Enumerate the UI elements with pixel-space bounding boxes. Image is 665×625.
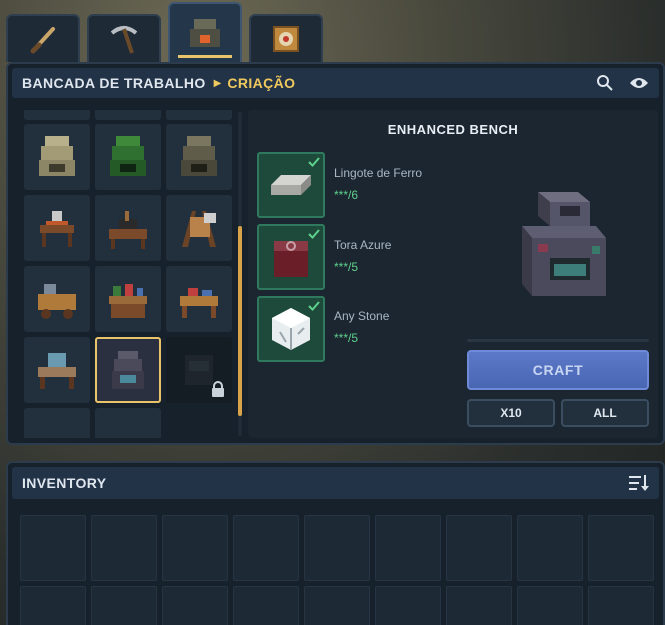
recipe-hide-rack[interactable] (166, 195, 232, 261)
recipe-locked-bench[interactable] (166, 337, 232, 403)
azure-log-icon (274, 241, 308, 277)
inventory-slot[interactable] (20, 515, 86, 581)
workbench-sand-icon (39, 136, 75, 176)
ingredient-slot-any-stone[interactable] (257, 296, 325, 362)
inventory-slot[interactable] (233, 586, 299, 625)
iron-ingot-icon (271, 175, 311, 195)
recipe-grid (16, 110, 246, 438)
tab-target[interactable] (249, 14, 323, 62)
recipe-workbench-green[interactable] (95, 124, 161, 190)
workbench-green-icon (110, 136, 146, 176)
check-icon (308, 301, 320, 311)
workbench-icon (190, 19, 220, 47)
sword-icon (30, 27, 55, 54)
recipe-slot-partial[interactable] (95, 110, 161, 120)
inventory-slot[interactable] (517, 586, 583, 625)
inventory-slot[interactable] (446, 586, 512, 625)
check-icon (308, 229, 320, 239)
recipe-enhanced-bench[interactable] (95, 337, 161, 403)
recipe-title: ENHANCED BENCH (387, 122, 519, 137)
tab-pickaxe[interactable] (87, 14, 161, 62)
category-tabbar (0, 0, 665, 62)
recipe-workbench-sand[interactable] (24, 124, 90, 190)
search-icon[interactable] (595, 74, 615, 92)
inventory-slot[interactable] (20, 586, 86, 625)
breadcrumb-caret-icon: ▶ (213, 77, 222, 89)
sort-icon[interactable] (629, 474, 649, 492)
ingredient-name: Any Stone (334, 309, 390, 323)
craft-progress-bar (467, 339, 649, 342)
workbench-dark-icon (181, 136, 217, 176)
inventory-slot[interactable] (375, 515, 441, 581)
crafting-header: BANCADA DE TRABALHO ▶ CRIAÇÃO (12, 68, 659, 98)
craft-x10-button[interactable]: X10 (467, 399, 555, 427)
inventory-panel: INVENTORY (6, 461, 665, 625)
inventory-slot[interactable] (91, 515, 157, 581)
ingredient-count: ***/5 (334, 260, 359, 274)
recipe-slot-partial[interactable] (24, 408, 90, 438)
ingredient-count: ***/5 (334, 331, 359, 345)
recipe-loom-bench[interactable] (24, 337, 90, 403)
inventory-slot[interactable] (375, 586, 441, 625)
cart-bench-icon (38, 284, 76, 319)
loom-bench-icon (38, 353, 76, 389)
ingredient-slot-iron-ingot[interactable] (257, 152, 325, 218)
anvil-bench-icon (109, 211, 147, 249)
inventory-slot[interactable] (588, 586, 654, 625)
breadcrumb-root[interactable]: BANCADA DE TRABALHO (22, 75, 206, 91)
recipe-cart-bench[interactable] (24, 266, 90, 332)
enhanced-bench-icon (112, 351, 144, 389)
recipe-anvil-bench[interactable] (95, 195, 161, 261)
tab-workbench[interactable] (168, 2, 242, 62)
eye-icon[interactable] (629, 74, 649, 92)
inventory-slot[interactable] (91, 586, 157, 625)
inventory-slot[interactable] (162, 586, 228, 625)
target-icon (273, 26, 299, 52)
check-icon (308, 157, 320, 167)
pickaxe-icon (110, 26, 138, 54)
craft-all-button[interactable]: ALL (561, 399, 649, 427)
enhanced-bench-preview (522, 192, 606, 296)
hide-rack-icon (182, 211, 216, 247)
inventory-slot[interactable] (304, 586, 370, 625)
lock-icon (212, 381, 224, 397)
inventory-title: INVENTORY (22, 475, 107, 491)
inventory-slot[interactable] (233, 515, 299, 581)
alchemy-table-icon (109, 284, 147, 318)
tab-tools[interactable] (6, 14, 80, 62)
recipe-scrollbar-thumb[interactable] (238, 226, 242, 416)
inventory-header: INVENTORY (12, 467, 659, 499)
inventory-slot[interactable] (446, 515, 512, 581)
recipe-workbench-dark[interactable] (166, 124, 232, 190)
inventory-slot[interactable] (162, 515, 228, 581)
recipe-tanning-rack[interactable] (24, 195, 90, 261)
ingredient-slot-azure-log[interactable] (257, 224, 325, 290)
inventory-slot[interactable] (517, 515, 583, 581)
recipe-slot-partial[interactable] (95, 408, 161, 438)
tanning-rack-icon (40, 211, 74, 247)
recipe-detail: ENHANCED BENCH Lingote de Ferro ***/6 To… (248, 110, 658, 438)
inventory-slot[interactable] (588, 515, 654, 581)
craft-button[interactable]: CRAFT (467, 350, 649, 390)
carpentry-bench-icon (180, 288, 218, 318)
ingredient-name: Lingote de Ferro (334, 166, 423, 180)
breadcrumb-current: CRIAÇÃO (227, 75, 296, 91)
recipe-alchemy-table[interactable] (95, 266, 161, 332)
inventory-slot[interactable] (304, 515, 370, 581)
recipe-slot-partial[interactable] (24, 110, 90, 120)
crafting-panel: BANCADA DE TRABALHO ▶ CRIAÇÃO ENHANCED B… (6, 62, 665, 445)
ingredient-name: Tora Azure (334, 238, 392, 252)
recipe-carpentry-bench[interactable] (166, 266, 232, 332)
recipe-slot-partial[interactable] (166, 110, 232, 120)
ingredient-count: ***/6 (334, 188, 359, 202)
